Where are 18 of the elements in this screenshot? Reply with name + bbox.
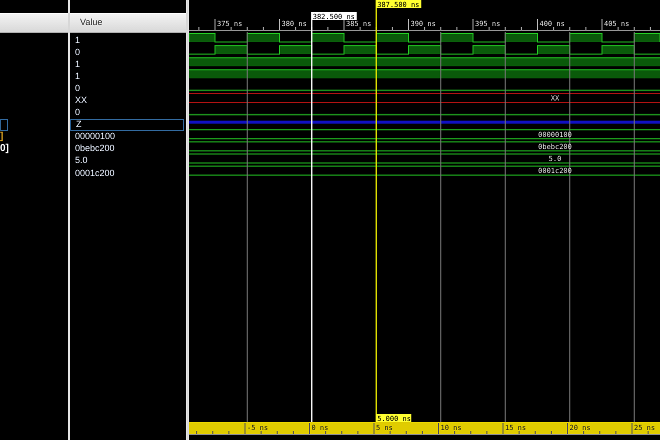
signal-name: 0] [0, 144, 9, 154]
signal-value: 1 [74, 70, 82, 82]
selected-row-outline[interactable] [0, 118, 8, 131]
signal-value: 0bebc200 [74, 142, 116, 155]
column-header[interactable]: Value [70, 13, 186, 33]
signal-value: 1 [74, 58, 82, 70]
column-header [0, 13, 68, 33]
signal-value: XX [74, 94, 88, 107]
signal-value: 0 [74, 106, 82, 119]
signal-name: ] [0, 132, 4, 142]
cursor-line[interactable] [376, 0, 377, 422]
signal-value: 0001c200 [74, 167, 116, 180]
signal-value: 0 [74, 82, 82, 94]
signal-value: 00000100 [74, 130, 116, 143]
signal-value: Z [70, 118, 184, 131]
signal-value: 5.0 [74, 154, 89, 168]
signal-value: 1 [74, 34, 82, 46]
signal-value: 0 [74, 46, 82, 58]
